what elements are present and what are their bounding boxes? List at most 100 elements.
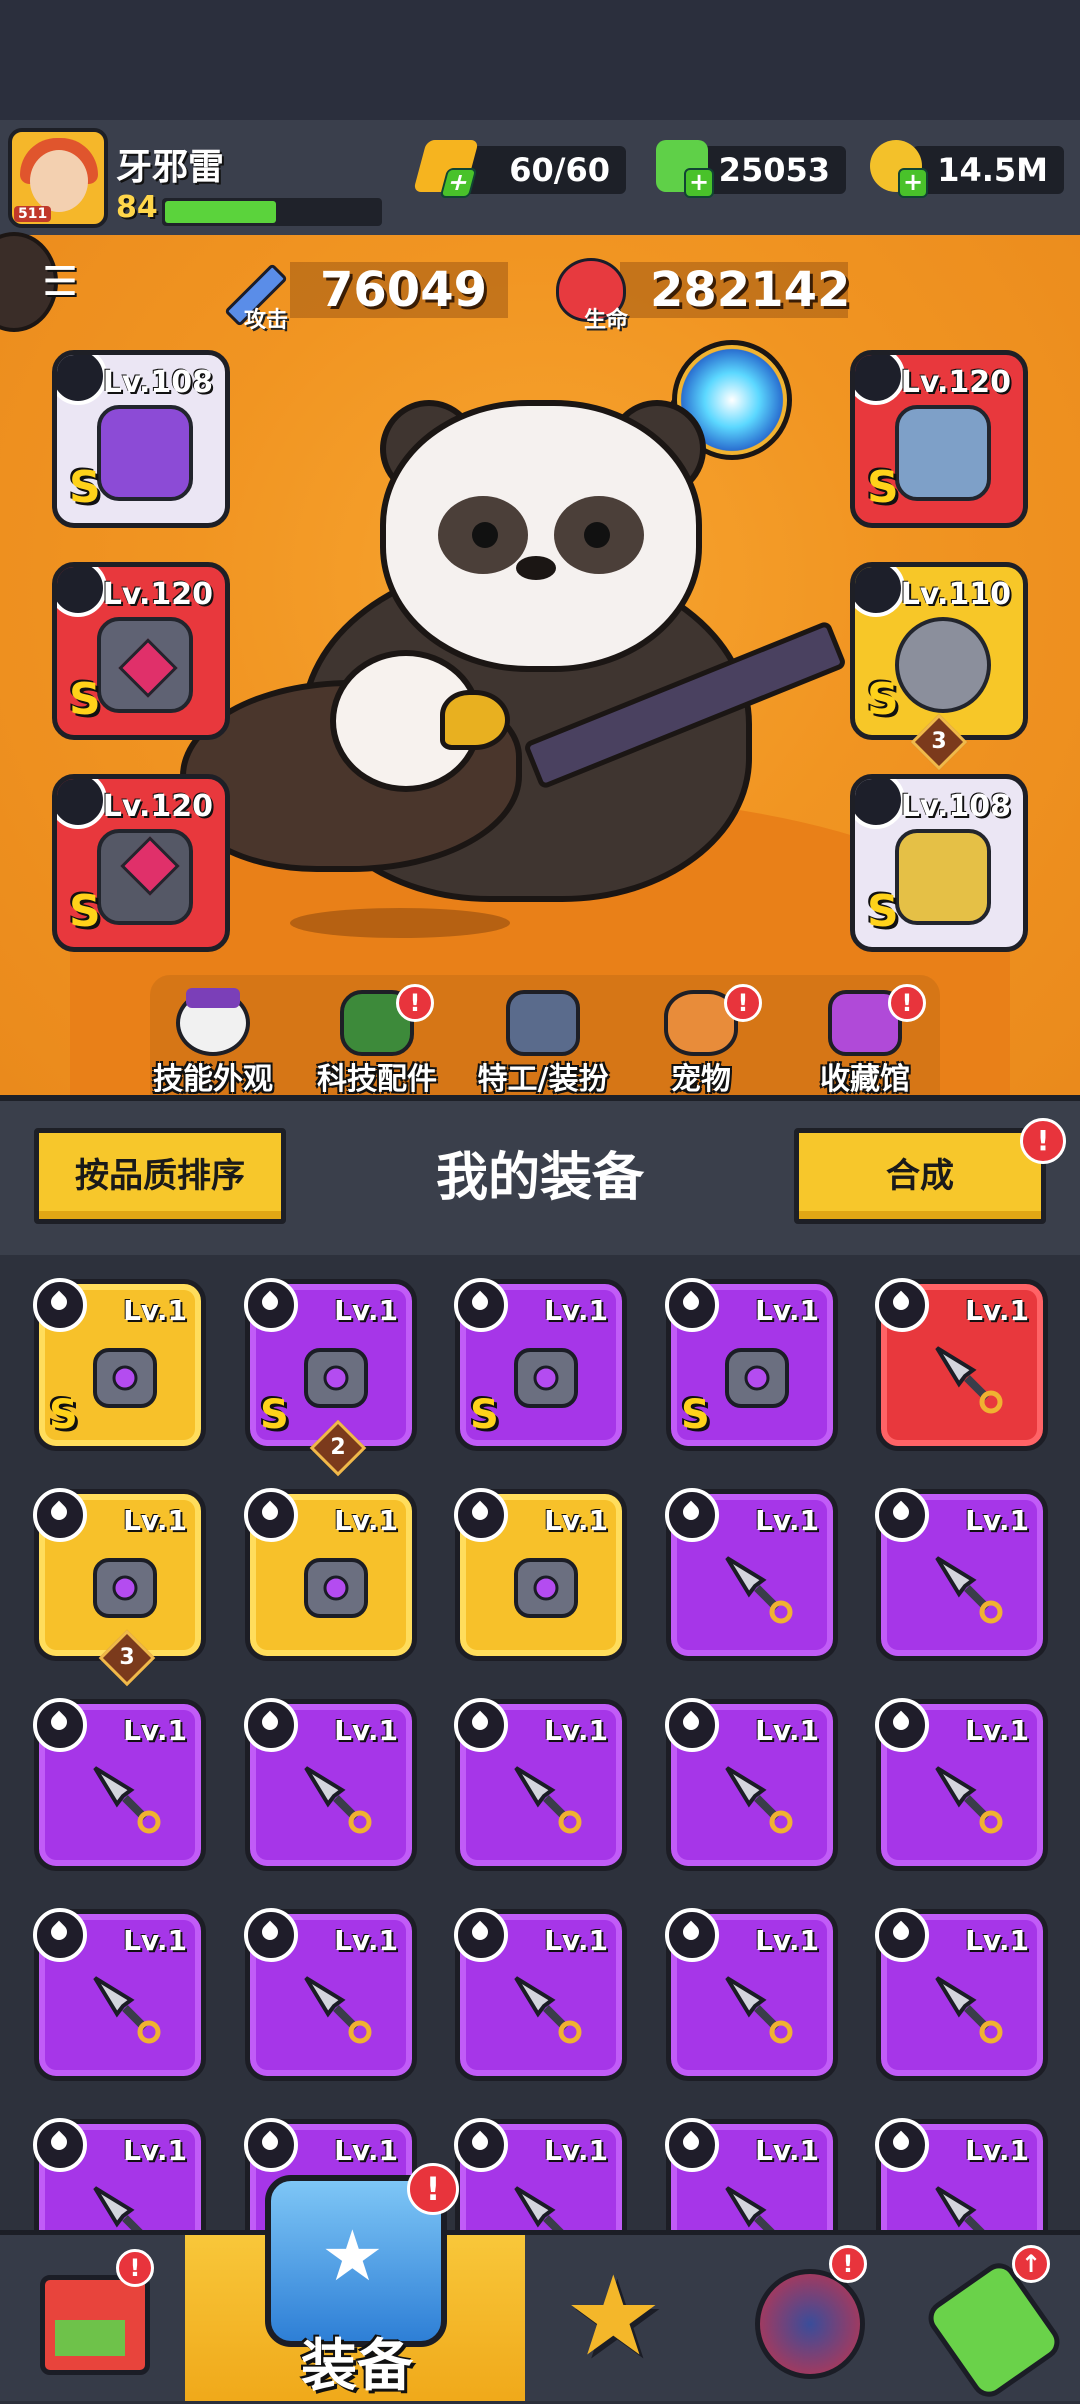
chain-necklace-icon bbox=[725, 1348, 789, 1408]
inventory-item[interactable]: Lv.1 bbox=[33, 1698, 206, 1871]
grade-badge: S bbox=[867, 674, 899, 725]
feature-tech-parts[interactable]: ! 科技配件 bbox=[312, 984, 442, 1100]
item-type-icon bbox=[33, 1488, 87, 1542]
armor-type-icon bbox=[855, 355, 905, 405]
inventory-item[interactable]: Lv.1 bbox=[33, 1908, 206, 2081]
soccer-hat-icon bbox=[176, 988, 250, 1056]
player-name: 牙邪雷 bbox=[116, 147, 225, 188]
inventory-item[interactable]: Lv.1 bbox=[33, 2118, 206, 2230]
gem-icon[interactable]: + bbox=[656, 140, 714, 198]
inventory-item[interactable]: Lv.1 bbox=[244, 1698, 417, 1871]
avatar-face bbox=[30, 150, 88, 212]
inventory-item[interactable]: Lv.1 bbox=[875, 1488, 1048, 1661]
inventory-item[interactable]: Lv.1 bbox=[665, 1698, 838, 1871]
item-level: Lv.1 bbox=[123, 1504, 187, 1537]
inventory-item[interactable]: Lv.1 bbox=[454, 1908, 627, 2081]
add-gold-icon[interactable]: + bbox=[898, 168, 928, 198]
equip-slot-gloves[interactable]: Lv.120 S bbox=[52, 774, 230, 952]
fang-necklace-icon bbox=[304, 1558, 368, 1618]
alert-badge: ! bbox=[888, 984, 926, 1022]
item-type-icon bbox=[33, 1278, 87, 1332]
stack-count: 3 bbox=[119, 1645, 135, 1670]
item-type-icon bbox=[875, 2118, 929, 2172]
item-type-icon bbox=[33, 1698, 87, 1752]
hero-shadow bbox=[290, 908, 510, 938]
armor-icon bbox=[895, 405, 991, 501]
item-type-icon bbox=[665, 1488, 719, 1542]
feature-skill-skin[interactable]: 技能外观 bbox=[148, 988, 278, 1100]
player-level: 84 bbox=[116, 190, 158, 225]
slot-level: Lv.120 bbox=[102, 789, 213, 824]
kunai-icon bbox=[304, 1766, 372, 1834]
inventory-item[interactable]: Lv.1 S bbox=[454, 1278, 627, 1451]
equip-slot-necklace[interactable]: Lv.120 S bbox=[52, 562, 230, 740]
inventory-item[interactable]: Lv.1 bbox=[244, 1488, 417, 1661]
xp-bar-fill bbox=[165, 201, 277, 223]
item-level: Lv.1 bbox=[755, 1924, 819, 1957]
nav-talent[interactable]: ! bbox=[715, 2235, 895, 2401]
inventory-item[interactable]: Lv.1 bbox=[875, 1908, 1048, 2081]
nav-evolve[interactable]: ↑ bbox=[900, 2235, 1080, 2404]
item-type-icon bbox=[244, 2118, 298, 2172]
equip-slot-weapon[interactable]: Lv.108 S bbox=[52, 350, 230, 528]
item-level: Lv.1 bbox=[965, 1714, 1029, 1747]
grade-badge: S bbox=[69, 674, 101, 725]
boots-icon bbox=[895, 829, 991, 925]
equip-slot-boots[interactable]: Lv.108 S bbox=[850, 774, 1028, 952]
feature-agent-outfit[interactable]: 特工/装扮 bbox=[478, 990, 608, 1100]
kunai-icon bbox=[93, 1766, 161, 1834]
belt-icon bbox=[93, 1348, 157, 1408]
item-type-icon bbox=[454, 1908, 508, 1962]
gold-coin-icon[interactable]: + bbox=[870, 140, 928, 198]
gauntlet-icon bbox=[514, 1558, 578, 1618]
equip-slot-armor[interactable]: Lv.120 S bbox=[850, 350, 1028, 528]
nav-shop[interactable]: ! bbox=[0, 2235, 180, 2401]
gloves-type-icon bbox=[57, 779, 107, 829]
inventory-item[interactable]: Lv.1 bbox=[665, 1908, 838, 2081]
attack-value: 76049 bbox=[290, 262, 508, 318]
boots-type-icon bbox=[855, 779, 905, 829]
belt-type-icon bbox=[855, 567, 905, 617]
nav-equipment[interactable]: ★ ! 装备 bbox=[185, 2163, 525, 2401]
inventory-item[interactable]: Lv.1 bbox=[454, 2118, 627, 2230]
inventory-item[interactable]: Lv.1 bbox=[244, 1908, 417, 2081]
dna-capsule-icon bbox=[921, 2256, 1067, 2404]
armor-icon bbox=[304, 1348, 368, 1408]
kunai-icon bbox=[93, 1976, 161, 2044]
feature-collection[interactable]: ! 收藏馆 bbox=[800, 984, 930, 1100]
star-orb-icon bbox=[755, 2269, 865, 2379]
item-level: Lv.1 bbox=[965, 2134, 1029, 2167]
inventory-item[interactable]: Lv.1 bbox=[454, 1698, 627, 1871]
item-level: Lv.1 bbox=[965, 1924, 1029, 1957]
item-level: Lv.1 bbox=[544, 1294, 608, 1327]
hp-label: 生命 bbox=[584, 308, 629, 333]
inventory-item[interactable]: Lv.1 3 bbox=[33, 1488, 206, 1687]
xp-bar bbox=[162, 198, 382, 226]
status-bar-area bbox=[0, 0, 1080, 120]
panda-head[interactable] bbox=[380, 400, 702, 672]
feature-label: 特工/装扮 bbox=[477, 1062, 609, 1097]
stack-count: 2 bbox=[330, 1435, 346, 1460]
inventory-item[interactable]: Lv.1 S bbox=[665, 1278, 838, 1451]
item-type-icon bbox=[665, 1698, 719, 1752]
upgrade-arrow-badge: ↑ bbox=[1012, 2245, 1050, 2283]
menu-list-icon[interactable]: ☰ bbox=[38, 262, 82, 306]
panel-title: 我的装备 bbox=[435, 1148, 644, 1208]
add-gems-icon[interactable]: + bbox=[684, 168, 714, 198]
sort-by-quality-button[interactable]: 按品质排序 bbox=[34, 1128, 286, 1224]
inventory-item[interactable]: Lv.1 S bbox=[33, 1278, 206, 1451]
inventory-item[interactable]: Lv.1 bbox=[875, 1278, 1048, 1451]
alert-badge: ! bbox=[829, 2245, 867, 2283]
inventory-item[interactable]: Lv.1 bbox=[454, 1488, 627, 1661]
merge-button[interactable]: 合成 bbox=[794, 1128, 1046, 1224]
inventory-item[interactable]: Lv.1 bbox=[665, 1488, 838, 1661]
inventory-item[interactable]: Lv.1 S 2 bbox=[244, 1278, 417, 1477]
inventory-item[interactable]: Lv.1 bbox=[665, 2118, 838, 2230]
inventory-item[interactable]: Lv.1 bbox=[875, 2118, 1048, 2230]
avatar-badge: 511 bbox=[14, 206, 52, 222]
feature-pets[interactable]: ! 宠物 bbox=[636, 984, 766, 1100]
nav-battle[interactable]: ★ bbox=[530, 2235, 710, 2401]
gem-counter: 25053 bbox=[696, 146, 846, 194]
inventory-item[interactable]: Lv.1 bbox=[875, 1698, 1048, 1871]
player-avatar[interactable]: 511 bbox=[8, 128, 108, 228]
